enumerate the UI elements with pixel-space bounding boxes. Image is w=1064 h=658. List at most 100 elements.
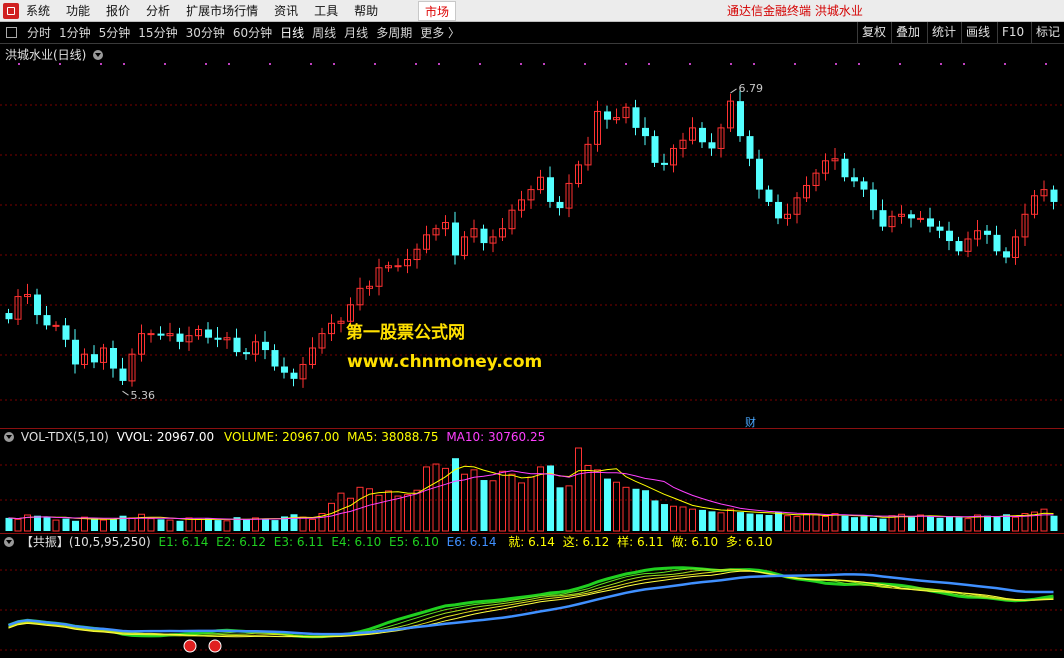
panel-divider — [0, 533, 1064, 534]
zuo-value: 做: 6.10 — [671, 535, 719, 549]
volume-bar — [262, 518, 269, 531]
volume-bar — [803, 513, 810, 532]
candle — [651, 130, 659, 167]
candle — [385, 261, 392, 272]
high-marker — [730, 88, 737, 94]
candle-body — [72, 339, 79, 365]
volume-bar — [784, 515, 791, 532]
resonance-line-e3 — [8, 568, 1054, 637]
low-label: 5.36 — [131, 389, 156, 402]
candle-body — [176, 333, 184, 342]
candle-body — [946, 230, 953, 242]
volume-bar — [964, 518, 972, 532]
volume-bar — [765, 514, 773, 531]
candle — [138, 324, 145, 362]
volume-bar — [72, 520, 79, 531]
candle — [91, 345, 98, 369]
candle — [1021, 203, 1029, 246]
candle — [366, 280, 373, 296]
volume-bar — [385, 490, 392, 532]
volume-bar — [91, 518, 98, 531]
volume-bar — [337, 492, 345, 532]
finance-marker[interactable]: 财 — [745, 414, 756, 430]
candle — [328, 314, 335, 342]
volume-bar — [737, 512, 744, 531]
candle — [537, 169, 544, 194]
candle — [185, 326, 193, 351]
candle — [299, 357, 307, 388]
candle — [43, 306, 51, 330]
vol-indicator-name[interactable]: VOL-TDX(5,10) — [21, 430, 109, 444]
candle — [689, 117, 696, 145]
candle — [984, 224, 991, 244]
candle-body — [271, 350, 279, 367]
volume-bar — [584, 464, 592, 532]
signal-dot — [310, 63, 312, 65]
candle — [81, 348, 88, 369]
candle — [233, 328, 241, 357]
candle — [281, 357, 288, 379]
candle-body — [62, 325, 70, 340]
candle — [822, 153, 829, 181]
candle — [14, 289, 22, 325]
volume-bar — [214, 520, 222, 531]
candle — [461, 231, 468, 260]
candle — [1040, 180, 1048, 202]
volume-bar — [166, 519, 174, 532]
candle — [993, 225, 1001, 256]
resonance-line-e6 — [8, 573, 1054, 636]
candle — [793, 192, 801, 224]
candle — [480, 224, 488, 251]
candle-body — [1003, 251, 1010, 258]
candle — [318, 327, 326, 354]
candle — [489, 229, 497, 253]
candle — [147, 329, 155, 343]
e1-value: E1: 6.14 — [158, 535, 209, 549]
signal-dot — [625, 63, 627, 65]
candle — [575, 160, 582, 188]
volume-bar — [394, 495, 402, 532]
volume-bar — [43, 516, 51, 531]
candle — [879, 199, 887, 231]
vvol-value: VVOL: 20967.00 — [116, 430, 215, 444]
volume-bar — [518, 482, 525, 532]
volume-bar — [62, 518, 70, 531]
candle-body — [746, 136, 754, 159]
signal-dot — [1004, 63, 1006, 65]
signal-dot — [164, 63, 166, 65]
candle-body — [480, 228, 488, 244]
chevron-down-icon[interactable] — [4, 432, 14, 442]
volume-indicator-header: VOL-TDX(5,10) VVOL: 20967.00 VOLUME: 209… — [4, 430, 545, 444]
candle-body — [955, 241, 963, 252]
signal-dot — [689, 63, 691, 65]
stock-chart[interactable]: 6.79 5.36 — [0, 0, 1064, 658]
duo-value: 多: 6.10 — [725, 535, 773, 549]
candle — [547, 166, 554, 208]
candle-body — [147, 333, 155, 336]
candle — [518, 190, 525, 218]
candle-body — [927, 218, 934, 227]
signal-dot — [479, 63, 481, 65]
candle — [898, 205, 905, 224]
volume-bar — [195, 518, 202, 532]
candle — [679, 132, 687, 158]
candle-body — [651, 136, 659, 163]
candle-body — [775, 201, 782, 219]
candle — [413, 243, 421, 269]
candle — [290, 368, 298, 387]
candle — [223, 331, 231, 349]
signal-dot — [794, 63, 796, 65]
candle — [841, 152, 849, 182]
candle — [337, 317, 345, 333]
candle — [784, 203, 791, 226]
candle-body — [205, 329, 212, 338]
candle — [442, 215, 449, 237]
gz-indicator-name[interactable]: 【共振】(10,5,95,250) — [21, 535, 151, 549]
candle — [974, 220, 981, 247]
volume-bar — [432, 463, 440, 532]
chevron-down-icon[interactable] — [4, 537, 14, 547]
candle — [565, 174, 573, 218]
volume-bar — [831, 513, 839, 532]
candle — [110, 340, 117, 378]
signal-dot — [438, 63, 440, 65]
